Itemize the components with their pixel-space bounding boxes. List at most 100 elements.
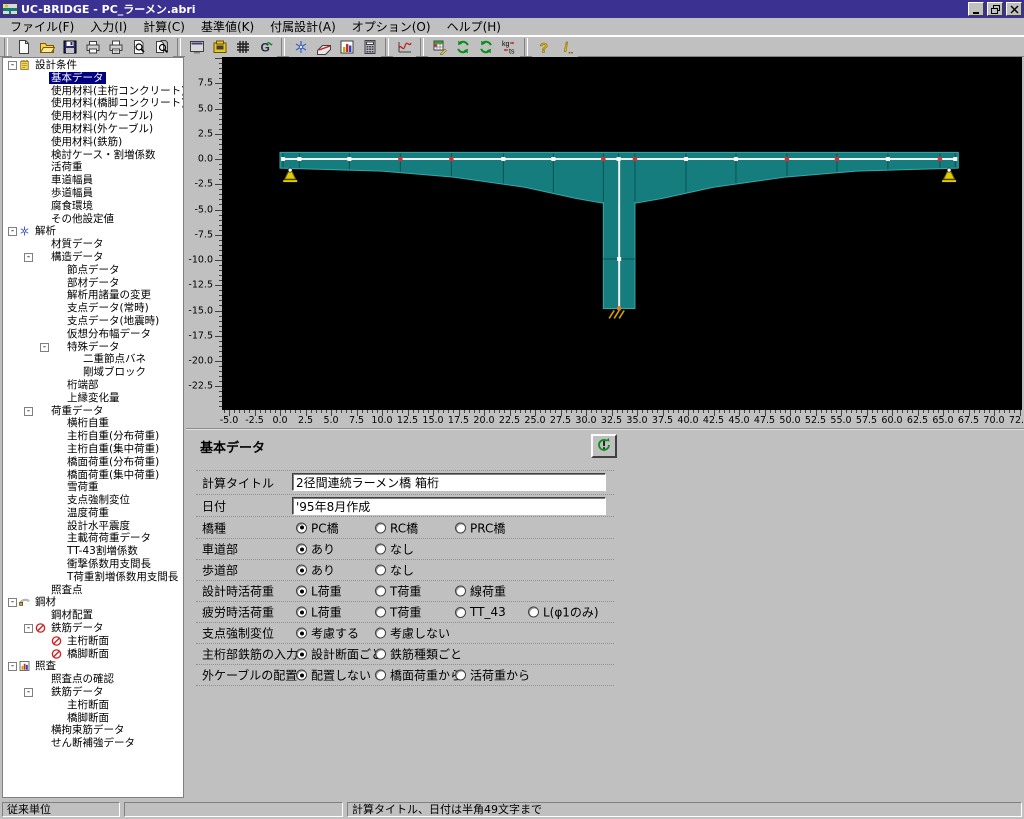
tree-item[interactable]: その他設定値	[3, 213, 183, 226]
radio-button-icon[interactable]	[296, 606, 307, 618]
recalc-button[interactable]	[451, 36, 474, 57]
print-button[interactable]	[81, 36, 104, 57]
radio-button-icon[interactable]	[375, 543, 386, 555]
tree-item[interactable]: 剛域ブロック	[3, 366, 183, 379]
tree-item[interactable]: 横拘束筋データ	[3, 724, 183, 737]
menu-input[interactable]: 入力(I)	[82, 17, 135, 36]
tree-item[interactable]: 上縁変化量	[3, 392, 183, 405]
date-input[interactable]	[292, 497, 606, 515]
radio-button-icon[interactable]	[455, 522, 466, 533]
tree-item[interactable]: - 設計条件	[3, 59, 183, 72]
open-file-button[interactable]	[35, 36, 58, 57]
tree-item[interactable]: 横桁自重	[3, 417, 183, 430]
tree-item[interactable]: 解析用諸量の変更	[3, 289, 183, 302]
tree-item[interactable]: 橋面荷重(分布荷重)	[3, 456, 183, 469]
radio-option[interactable]: あり	[296, 541, 335, 558]
radio-option[interactable]: T荷重	[375, 583, 421, 600]
result-chart-button[interactable]	[335, 36, 358, 57]
menu-calculation[interactable]: 計算(C)	[135, 17, 193, 36]
radio-button-icon[interactable]	[455, 585, 466, 597]
about-button[interactable]: i	[555, 36, 578, 57]
tree-item[interactable]: 仮想分布幅データ	[3, 328, 183, 341]
unit-toggle-button[interactable]: kg ts	[497, 36, 520, 57]
tree-item[interactable]: - 鋼材	[3, 596, 183, 609]
section-view-button[interactable]	[208, 36, 231, 57]
tree-item[interactable]: 鋼材配置	[3, 609, 183, 622]
print-preview-2-button[interactable]	[150, 36, 173, 57]
tree-item[interactable]: 二重節点バネ	[3, 353, 183, 366]
drawing-canvas[interactable]	[222, 57, 1022, 410]
radio-option[interactable]: 橋面荷重から	[375, 667, 462, 684]
help-button[interactable]: ?	[532, 36, 555, 57]
menu-file[interactable]: ファイル(F)	[2, 17, 82, 36]
tree-item[interactable]: 材質データ	[3, 238, 183, 251]
print-preview-button[interactable]	[127, 36, 150, 57]
node-tool-button[interactable]	[289, 36, 312, 57]
tree-item[interactable]: 使用材料(主桁コンクリート)	[3, 85, 183, 98]
tree-item[interactable]: 橋面荷重(集中荷重)	[3, 469, 183, 482]
radio-button-icon[interactable]	[296, 543, 307, 555]
radio-button-icon[interactable]	[375, 564, 386, 576]
tree-item[interactable]: 活荷重	[3, 161, 183, 174]
radio-option[interactable]: 活荷重から	[455, 667, 530, 684]
radio-option[interactable]: 設計断面ごと	[296, 646, 383, 663]
radio-option[interactable]: あり	[296, 562, 335, 579]
tree-item[interactable]: 使用材料(内ケーブル)	[3, 110, 183, 123]
tree-item[interactable]: 温度荷重	[3, 507, 183, 520]
tree-item[interactable]: 歩道幅員	[3, 187, 183, 200]
radio-option[interactable]: なし	[375, 541, 414, 558]
tree-expander-icon[interactable]: -	[24, 688, 33, 698]
tree-item[interactable]: 主桁断面	[3, 699, 183, 712]
tree-item[interactable]: 腐食環境	[3, 200, 183, 213]
tree-expander-icon[interactable]: -	[24, 252, 33, 262]
radio-button-icon[interactable]	[375, 522, 386, 533]
tree-item[interactable]: 主桁自重(集中荷重)	[3, 443, 183, 456]
tree-item[interactable]: 使用材料(橋脚コンクリート)	[3, 97, 183, 110]
radio-button-icon[interactable]	[296, 585, 307, 597]
radio-button-icon[interactable]	[296, 648, 307, 660]
minimize-button[interactable]	[968, 2, 984, 16]
radio-button-icon[interactable]	[455, 606, 466, 618]
tree-item[interactable]: 使用材料(外ケーブル)	[3, 123, 183, 136]
radio-option[interactable]: なし	[375, 562, 414, 579]
tree-item[interactable]: 照査点	[3, 584, 183, 597]
radio-option[interactable]: RC橋	[375, 519, 418, 536]
apply-refresh-button[interactable]	[591, 434, 617, 458]
tree-item[interactable]: 主載荷荷重データ	[3, 532, 183, 545]
tree-item[interactable]: 雪荷重	[3, 481, 183, 494]
tree-item[interactable]: 主桁自重(分布荷重)	[3, 430, 183, 443]
tree-item[interactable]: - 構造データ	[3, 251, 183, 264]
radio-button-icon[interactable]	[296, 627, 307, 639]
tree-item[interactable]: 支点データ(常時)	[3, 302, 183, 315]
mesh-grid-button[interactable]	[231, 36, 254, 57]
radio-button-icon[interactable]	[375, 585, 386, 597]
save-file-button[interactable]	[58, 36, 81, 57]
radio-option[interactable]: 考慮しない	[375, 625, 450, 642]
radio-button-icon[interactable]	[455, 669, 466, 681]
radio-button-icon[interactable]	[375, 648, 386, 660]
print-list-button[interactable]	[104, 36, 127, 57]
tree-item[interactable]: 主桁断面	[3, 635, 183, 648]
slope-tool-button[interactable]	[312, 36, 335, 57]
radio-button-icon[interactable]	[375, 606, 386, 618]
tree-item[interactable]: 支点強制変位	[3, 494, 183, 507]
radio-option[interactable]: T荷重	[375, 604, 421, 621]
tree-item[interactable]: - 鉄筋データ	[3, 622, 183, 635]
tree-item[interactable]: 衝撃係数用支間長	[3, 558, 183, 571]
radio-option[interactable]: 考慮する	[296, 625, 359, 642]
tree-expander-icon[interactable]: -	[8, 662, 17, 672]
radio-button-icon[interactable]	[375, 627, 386, 639]
tree-item[interactable]: 橋脚断面	[3, 712, 183, 725]
tree-item[interactable]: - 照査	[3, 660, 183, 673]
radio-option[interactable]: PRC橋	[455, 519, 505, 536]
tree-expander-icon[interactable]: -	[8, 227, 17, 237]
tree-item[interactable]: T荷重割増係数用支間長	[3, 571, 183, 584]
recalc-2-button[interactable]	[474, 36, 497, 57]
restore-button[interactable]	[987, 2, 1003, 16]
tree-expander-icon[interactable]: -	[40, 342, 49, 352]
tree-item[interactable]: 部材データ	[3, 277, 183, 290]
menu-help[interactable]: ヘルプ(H)	[439, 17, 509, 36]
tree-item[interactable]: 節点データ	[3, 264, 183, 277]
close-button[interactable]	[1006, 2, 1022, 16]
calc-title-input[interactable]	[292, 473, 606, 491]
